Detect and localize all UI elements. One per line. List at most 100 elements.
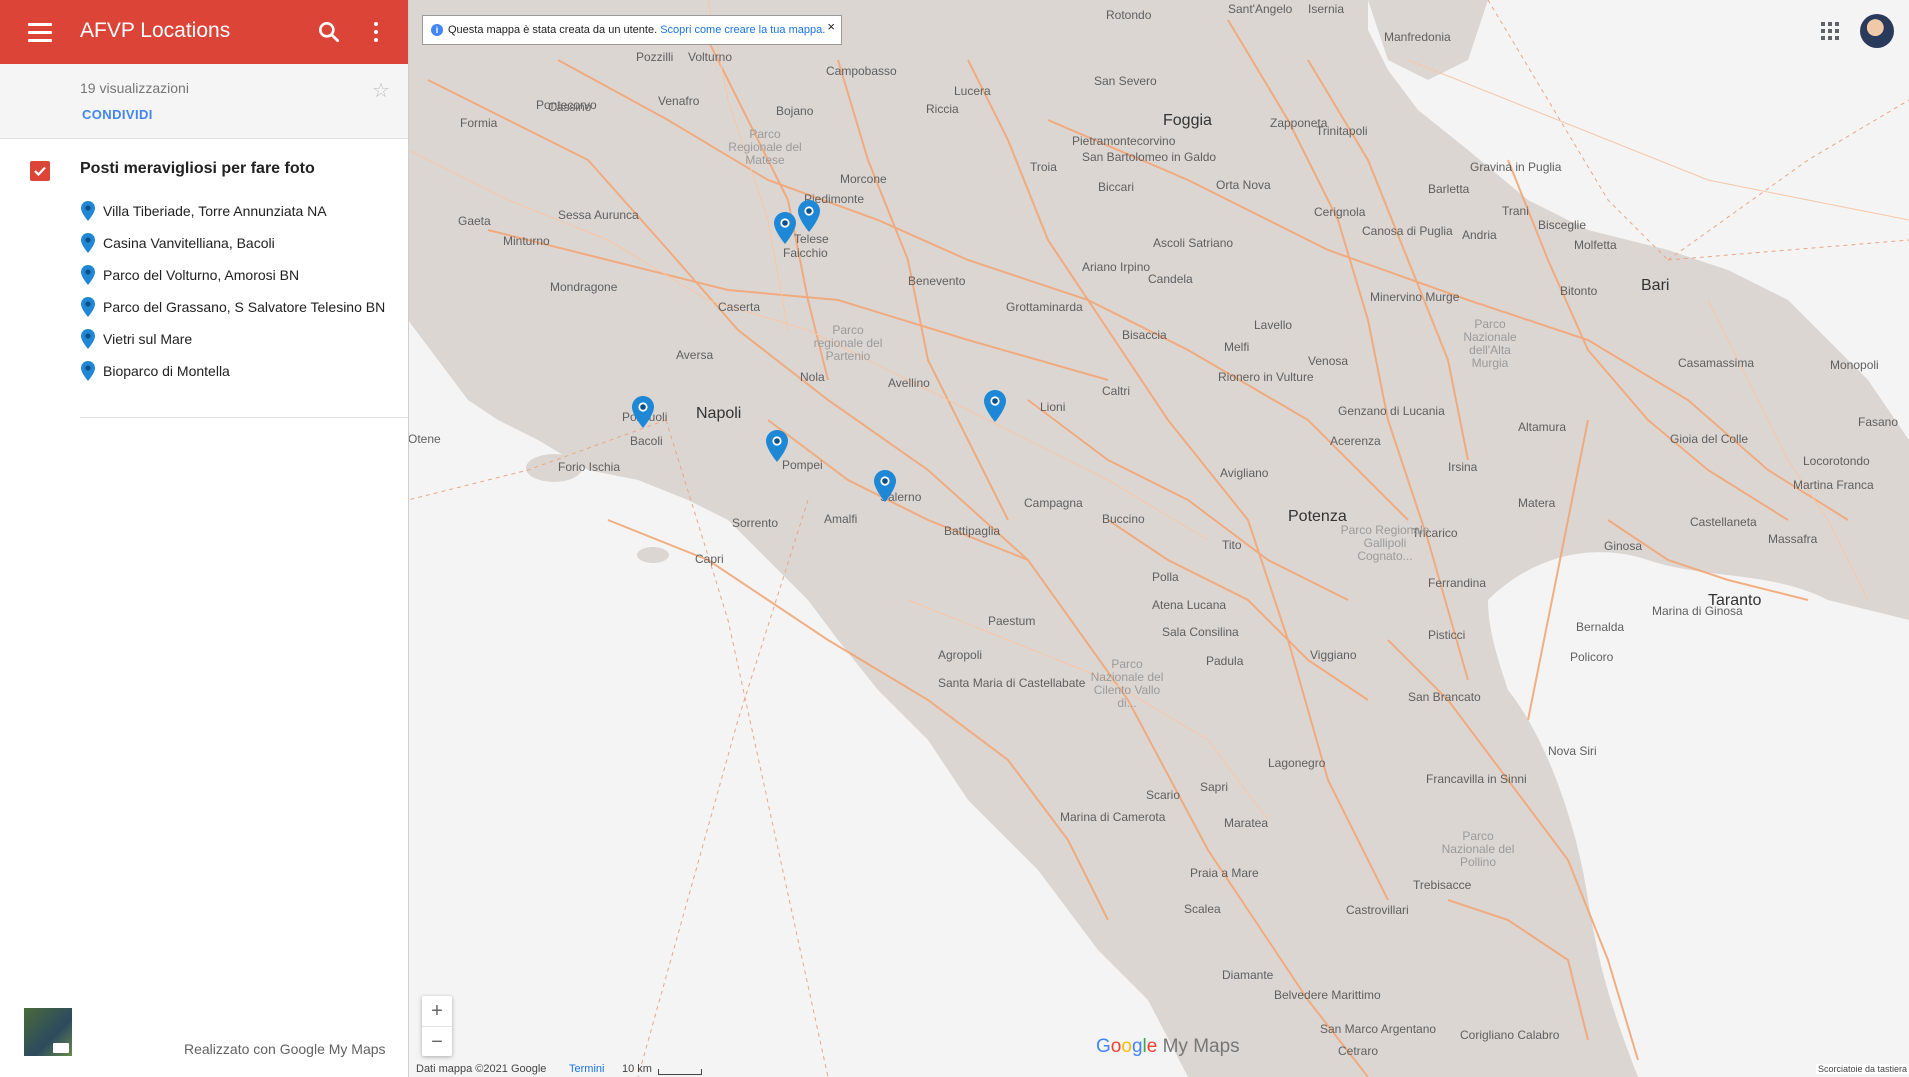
city-label: Irsina: [1448, 460, 1478, 474]
city-label: Bacoli: [630, 434, 663, 448]
city-label: Padula: [1206, 654, 1244, 668]
city-label: Barletta: [1428, 182, 1470, 196]
map-pin-icon[interactable]: [798, 200, 820, 232]
city-label: Canosa di Puglia: [1362, 224, 1453, 238]
place-item[interactable]: Casina Vanvitelliana, Bacoli: [0, 227, 408, 259]
map-pin-icon[interactable]: [984, 390, 1006, 422]
city-label: Fasano: [1858, 415, 1899, 429]
city-label: Morcone: [840, 172, 887, 186]
city-label: Melfi: [1224, 340, 1250, 354]
layer-checkbox[interactable]: [30, 161, 50, 181]
map-canvas[interactable]: Napoli Bari Foggia Potenza Taranto Manfr…: [408, 0, 1909, 1077]
city-label: Telese: [794, 232, 829, 246]
city-label: San Severo: [1094, 74, 1157, 88]
city-label: Bernalda: [1576, 620, 1625, 634]
park-label: Parco Nazionale del Pollino: [1441, 829, 1515, 869]
place-item[interactable]: Villa Tiberiade, Torre Annunziata NA: [0, 195, 408, 227]
city-label: Candela: [1148, 272, 1193, 286]
city-label: Benevento: [908, 274, 966, 288]
city-label: Altamura: [1518, 420, 1567, 434]
map-pin-icon: [81, 297, 95, 317]
city-label: Faicchio: [783, 246, 828, 260]
city-label: Lioni: [1040, 400, 1066, 414]
city-label: Bari: [1641, 277, 1670, 294]
city-label: Napoli: [696, 405, 742, 422]
city-label: Sant'Angelo: [1228, 2, 1293, 16]
city-label: Pisticci: [1428, 628, 1466, 642]
city-label: San Marco Argentano: [1320, 1022, 1437, 1036]
city-label: Castellaneta: [1690, 515, 1757, 529]
close-icon[interactable]: ×: [827, 19, 835, 34]
map-pin-icon[interactable]: [766, 430, 788, 462]
layer-title: Posti meravigliosi per fare foto: [80, 160, 315, 177]
zoom-in-button[interactable]: +: [422, 996, 452, 1026]
more-options-icon[interactable]: [364, 18, 388, 46]
map-pin-icon[interactable]: [774, 212, 796, 244]
city-label: Massafra: [1768, 532, 1818, 546]
map-pin-icon[interactable]: [632, 396, 654, 428]
city-label: Trani: [1502, 204, 1529, 218]
city-label: Acerenza: [1330, 434, 1381, 448]
view-count: 19 visualizzazioni: [80, 80, 189, 96]
terms-link[interactable]: Termini: [569, 1063, 604, 1075]
city-label: Castrovillari: [1346, 903, 1409, 917]
city-label: Avigliano: [1220, 466, 1269, 480]
city-label: Polla: [1152, 570, 1179, 584]
star-icon[interactable]: ☆: [372, 78, 390, 103]
city-label: Nova Siri: [1548, 744, 1597, 758]
city-label: Monopoli: [1830, 358, 1879, 372]
map-title: AFVP Locations: [80, 19, 231, 42]
place-item[interactable]: Bioparco di Montella: [0, 355, 408, 387]
scale-bar: [658, 1069, 702, 1075]
city-label: Locorotondo: [1803, 454, 1870, 468]
city-label: Zapponeta: [1270, 116, 1328, 130]
place-label: Parco del Volturno, Amorosi BN: [103, 267, 300, 283]
city-label: Riccia: [926, 102, 959, 116]
map-pin-icon[interactable]: [874, 470, 896, 502]
share-button[interactable]: CONDIVIDI: [82, 107, 153, 122]
layer-section: Posti meravigliosi per fare foto Villa T…: [0, 139, 408, 418]
place-item[interactable]: Vietri sul Mare: [0, 323, 408, 355]
city-label: Santa Maria di Castellabate: [938, 676, 1086, 690]
map-info: 19 visualizzazioni CONDIVIDI ☆: [0, 64, 408, 139]
city-label: Avellino: [888, 376, 930, 390]
city-label: Grottaminarda: [1006, 300, 1083, 314]
city-label: Francavilla in Sinni: [1426, 772, 1527, 786]
zoom-out-button[interactable]: −: [422, 1026, 452, 1057]
learn-link[interactable]: Scopri come creare la tua mappa.: [660, 24, 825, 36]
place-label: Villa Tiberiade, Torre Annunziata NA: [103, 203, 327, 219]
city-label: Biccari: [1098, 180, 1135, 194]
keyboard-shortcuts-link[interactable]: Scorciatoie da tastiera: [1815, 1064, 1909, 1074]
menu-icon[interactable]: [26, 18, 54, 46]
search-icon[interactable]: [316, 19, 342, 45]
city-label: Pompei: [782, 458, 823, 472]
city-label: Cetraro: [1338, 1044, 1379, 1058]
place-label: Casina Vanvitelliana, Bacoli: [103, 235, 275, 251]
city-label: Bisaccia: [1122, 328, 1167, 342]
city-label: Lavello: [1254, 318, 1293, 332]
map-pin-icon: [81, 233, 95, 253]
info-icon: i: [431, 24, 443, 36]
city-label: Ginosa: [1604, 539, 1643, 553]
place-label: Bioparco di Montella: [103, 363, 230, 379]
basemap-thumbnail[interactable]: [24, 1008, 72, 1056]
avatar[interactable]: [1860, 14, 1894, 48]
city-label: Ariano Irpino: [1082, 260, 1151, 274]
city-label: Belvedere Marittimo: [1274, 988, 1381, 1002]
map-copyright: Dati mappa ©2021 Google: [416, 1063, 547, 1075]
city-label: Minervino Murge: [1370, 290, 1460, 304]
google-my-maps-logo: Google My Maps: [1096, 1036, 1240, 1057]
park-label: Parco Regionale del Matese: [728, 127, 802, 167]
city-label: San Brancato: [1408, 690, 1481, 704]
city-label: Troia: [1030, 160, 1057, 174]
city-label: Agropoli: [938, 648, 983, 662]
place-item[interactable]: Parco del Volturno, Amorosi BN: [0, 259, 408, 291]
city-label: Volturno: [688, 50, 733, 64]
apps-grid-icon[interactable]: [1821, 22, 1839, 40]
map-pin-icon: [81, 201, 95, 221]
notice-text: Questa mappa è stata creata da un utente…: [448, 24, 825, 36]
city-label: Gravina in Puglia: [1470, 160, 1562, 174]
place-item[interactable]: Parco del Grassano, S Salvatore Telesino…: [0, 291, 408, 323]
city-label: Rionero in Vulture: [1218, 370, 1314, 384]
park-label: Parco Nazionale dell'Alta Murgia: [1463, 317, 1517, 370]
